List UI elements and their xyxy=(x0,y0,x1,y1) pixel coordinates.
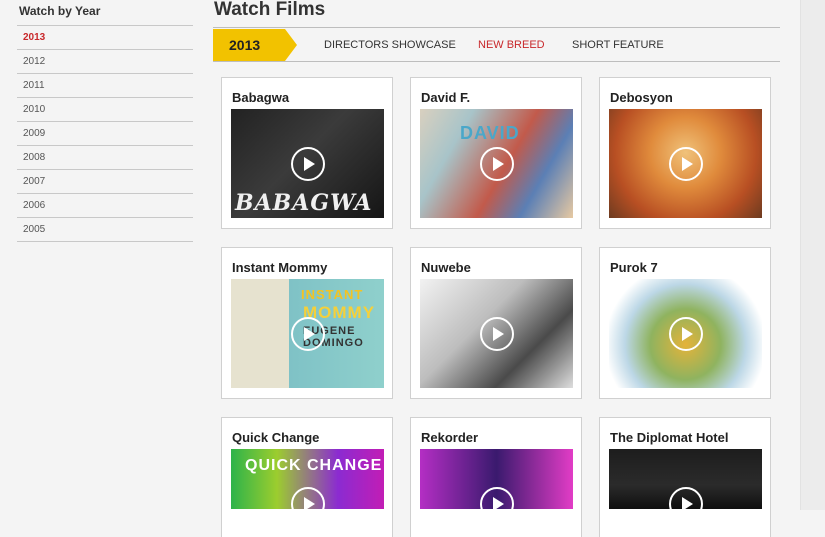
poster-text: BABAGWA xyxy=(235,190,373,216)
play-icon[interactable] xyxy=(290,487,325,509)
year-link-2013[interactable]: 2013 xyxy=(17,26,193,50)
tab-directors-showcase[interactable]: DIRECTORS SHOWCASE xyxy=(324,29,456,61)
play-icon[interactable] xyxy=(479,146,514,181)
page-content: Watch by Year 2013 2012 2011 2010 2009 2… xyxy=(0,0,800,537)
year-link-2011[interactable]: 2011 xyxy=(17,74,193,98)
play-icon[interactable] xyxy=(479,487,514,509)
year-link-2007[interactable]: 2007 xyxy=(17,170,193,194)
play-icon[interactable] xyxy=(290,316,325,351)
film-thumbnail[interactable] xyxy=(609,449,762,509)
film-thumbnail[interactable]: INSTANT MOMMY EUGENE DOMINGO xyxy=(231,279,384,388)
film-card-rekorder[interactable]: Rekorder xyxy=(410,417,582,537)
film-thumbnail[interactable]: BABAGWA xyxy=(231,109,384,218)
film-card-nuwebe[interactable]: Nuwebe xyxy=(410,247,582,399)
film-thumbnail[interactable] xyxy=(420,279,573,388)
poster-text: DAVID xyxy=(460,123,520,143)
film-card-quick-change[interactable]: Quick Change QUICK CHANGE xyxy=(221,417,393,537)
year-sidebar: Watch by Year 2013 2012 2011 2010 2009 2… xyxy=(17,0,193,242)
film-thumbnail[interactable]: QUICK CHANGE xyxy=(231,449,384,509)
film-title[interactable]: Rekorder xyxy=(421,430,478,445)
year-link-2005[interactable]: 2005 xyxy=(17,218,193,242)
film-thumbnail[interactable] xyxy=(420,449,573,509)
film-title[interactable]: Debosyon xyxy=(610,90,673,105)
film-card-babagwa[interactable]: Babagwa BABAGWA xyxy=(221,77,393,229)
film-title[interactable]: David F. xyxy=(421,90,470,105)
category-tabs: 2013 DIRECTORS SHOWCASE NEW BREED SHORT … xyxy=(213,29,780,62)
film-title[interactable]: Instant Mommy xyxy=(232,260,327,275)
sidebar-heading: Watch by Year xyxy=(17,0,193,26)
year-link-2010[interactable]: 2010 xyxy=(17,98,193,122)
film-title[interactable]: Nuwebe xyxy=(421,260,471,275)
film-title[interactable]: Babagwa xyxy=(232,90,289,105)
poster-text: QUICK CHANGE xyxy=(245,457,383,474)
tab-year-2013[interactable]: 2013 xyxy=(213,29,285,61)
film-card-debosyon[interactable]: Debosyon xyxy=(599,77,771,229)
film-card-purok-7[interactable]: Purok 7 xyxy=(599,247,771,399)
play-icon[interactable] xyxy=(290,146,325,181)
year-link-2006[interactable]: 2006 xyxy=(17,194,193,218)
film-title[interactable]: Quick Change xyxy=(232,430,319,445)
film-thumbnail[interactable] xyxy=(609,109,762,218)
film-card-david-f[interactable]: David F. DAVID xyxy=(410,77,582,229)
main-section: Watch Films 2013 DIRECTORS SHOWCASE NEW … xyxy=(213,0,780,62)
year-link-2012[interactable]: 2012 xyxy=(17,50,193,74)
film-card-the-diplomat-hotel[interactable]: The Diplomat Hotel xyxy=(599,417,771,537)
film-title[interactable]: The Diplomat Hotel xyxy=(610,430,728,445)
play-icon[interactable] xyxy=(668,146,703,181)
tab-short-feature[interactable]: SHORT FEATURE xyxy=(572,29,664,61)
film-thumbnail[interactable] xyxy=(609,279,762,388)
play-icon[interactable] xyxy=(479,316,514,351)
tab-arrow-icon xyxy=(285,29,297,61)
tab-new-breed[interactable]: NEW BREED xyxy=(478,29,545,61)
year-link-2008[interactable]: 2008 xyxy=(17,146,193,170)
film-card-instant-mommy[interactable]: Instant Mommy INSTANT MOMMY EUGENE DOMIN… xyxy=(221,247,393,399)
year-link-2009[interactable]: 2009 xyxy=(17,122,193,146)
play-icon[interactable] xyxy=(668,487,703,509)
film-thumbnail[interactable]: DAVID xyxy=(420,109,573,218)
page-title: Watch Films xyxy=(213,0,780,28)
play-icon[interactable] xyxy=(668,316,703,351)
page-gutter xyxy=(800,0,825,510)
poster-text: INSTANT xyxy=(301,287,364,302)
film-title[interactable]: Purok 7 xyxy=(610,260,658,275)
